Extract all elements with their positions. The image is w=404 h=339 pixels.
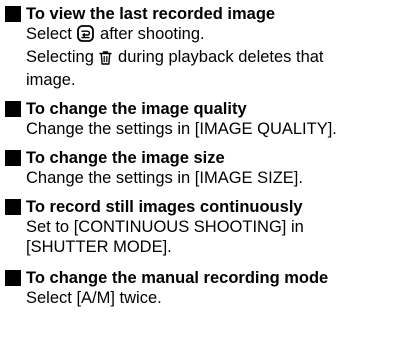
section-marker bbox=[5, 199, 21, 215]
body-line: Set to [CONTINUOUS SHOOTING] in bbox=[26, 218, 304, 236]
section-marker bbox=[5, 6, 21, 22]
section-heading: To change the image size bbox=[26, 149, 225, 167]
body-line: Selecting during playback deletes that bbox=[26, 47, 404, 70]
body-line: [SHUTTER MODE]. bbox=[26, 238, 172, 256]
section-view-last-image: To view the last recorded image Select a… bbox=[5, 4, 404, 90]
section-heading: To view the last recorded image bbox=[26, 5, 276, 23]
section-continuous-shooting: To record still images continuously Set … bbox=[5, 197, 404, 257]
body-line: Select after shooting. bbox=[26, 24, 404, 47]
section-image-quality: To change the image quality Change the s… bbox=[5, 99, 404, 139]
body-line: Change the settings in [IMAGE SIZE]. bbox=[26, 169, 303, 187]
section-heading: To change the manual recording mode bbox=[26, 269, 329, 287]
section-marker bbox=[5, 150, 21, 166]
section-manual-recording-mode: To change the manual recording mode Sele… bbox=[5, 268, 404, 308]
body-line: image. bbox=[26, 71, 76, 89]
section-heading: To change the image quality bbox=[26, 100, 247, 118]
trash-icon bbox=[99, 50, 113, 70]
playback-icon bbox=[77, 25, 95, 47]
body-line: Change the settings in [IMAGE QUALITY]. bbox=[26, 120, 337, 138]
section-heading: To record still images continuously bbox=[26, 198, 303, 216]
manual-page: To view the last recorded image Select a… bbox=[0, 0, 404, 339]
section-marker bbox=[5, 101, 21, 117]
section-marker bbox=[5, 270, 21, 286]
body-line: Select [A/M] twice. bbox=[26, 289, 162, 307]
section-image-size: To change the image size Change the sett… bbox=[5, 148, 404, 188]
